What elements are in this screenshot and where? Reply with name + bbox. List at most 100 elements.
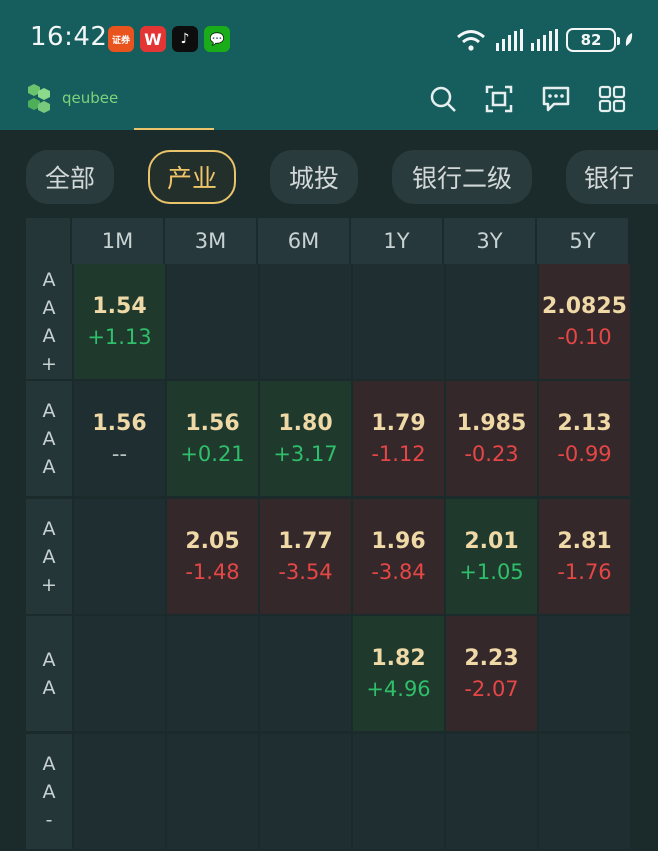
yield-change: -0.10 xyxy=(557,324,612,349)
wechat-icon: 💬 xyxy=(204,26,230,52)
yield-change: -2.07 xyxy=(464,676,519,701)
yield-cell[interactable]: 1.56 -- xyxy=(72,381,165,498)
column-header-3y: 3Y xyxy=(444,218,537,264)
yield-table: 1M 3M 6M 1Y 3Y 5Y A A A +1.54 +1.13 2.0825 -0.10 A A A 1… xyxy=(26,218,632,851)
empty-cell xyxy=(258,734,351,851)
yield-value: 1.82 xyxy=(371,645,426,671)
signal-1-icon xyxy=(496,29,523,51)
tab-urban-investment[interactable]: 城投 xyxy=(270,150,358,204)
row-label-char: + xyxy=(41,573,57,596)
row-label-char: A xyxy=(42,268,56,291)
securities-app-icon: 证券 xyxy=(108,26,134,52)
row-label: AAA xyxy=(26,381,72,498)
column-header-6m: 6M xyxy=(258,218,351,264)
tab-all[interactable]: 全部 xyxy=(26,150,114,204)
app-header: 16:42 证券 W ♪ 💬 82 qeubee xyxy=(0,0,658,130)
row-label-char: A xyxy=(42,752,56,775)
empty-cell xyxy=(72,616,165,733)
scan-icon[interactable] xyxy=(484,84,514,114)
battery-level: 82 xyxy=(580,31,602,49)
yield-cell[interactable]: 2.81 -1.76 xyxy=(537,499,630,616)
yield-cell[interactable]: 2.01 +1.05 xyxy=(444,499,537,616)
tab-industry[interactable]: 产业 xyxy=(148,150,236,204)
row-label-char: A xyxy=(42,296,56,319)
wps-icon: W xyxy=(140,26,166,52)
tab-bank[interactable]: 银行 xyxy=(566,150,658,204)
empty-cell xyxy=(537,734,630,851)
empty-cell xyxy=(351,734,444,851)
status-time: 16:42 xyxy=(30,22,108,52)
empty-cell xyxy=(537,616,630,733)
empty-cell xyxy=(72,734,165,851)
yield-change: -3.54 xyxy=(278,559,333,584)
table-corner xyxy=(26,218,72,264)
row-label-char: A xyxy=(42,455,56,478)
message-icon[interactable] xyxy=(541,84,571,114)
yield-change: -1.12 xyxy=(371,441,426,466)
power-saving-icon xyxy=(625,33,633,46)
yield-value: 1.56 xyxy=(92,410,147,436)
empty-cell xyxy=(351,264,444,381)
yield-value: 2.23 xyxy=(464,645,519,671)
tab-bank-tier2[interactable]: 银行二级 xyxy=(392,150,532,204)
yield-value: 1.79 xyxy=(371,410,426,436)
row-label-char: A xyxy=(42,545,56,568)
row-label: A A A + xyxy=(26,264,72,381)
system-icons: 82 xyxy=(454,26,634,54)
battery-indicator: 82 xyxy=(566,28,620,52)
yield-cell[interactable]: 2.23 -2.07 xyxy=(444,616,537,733)
yield-change: -- xyxy=(111,441,128,466)
yield-cell[interactable]: 1.77 -3.54 xyxy=(258,499,351,616)
row-label: AA xyxy=(26,616,72,733)
yield-value: 2.01 xyxy=(464,528,519,554)
column-header-1y: 1Y xyxy=(351,218,444,264)
status-bar: 16:42 证券 W ♪ 💬 82 xyxy=(0,0,658,80)
wifi-icon xyxy=(457,30,485,51)
yield-value: 2.13 xyxy=(557,410,612,436)
row-label-char: A xyxy=(42,517,56,540)
yield-change: -0.99 xyxy=(557,441,612,466)
apps-grid-icon[interactable] xyxy=(597,84,627,114)
empty-cell xyxy=(165,734,258,851)
row-label-char: A xyxy=(42,324,56,347)
yield-value: 1.54 xyxy=(92,293,147,319)
yield-cell[interactable]: 1.56 +0.21 xyxy=(165,381,258,498)
empty-cell xyxy=(444,264,537,381)
row-label-char: A xyxy=(42,399,56,422)
yield-value: 2.05 xyxy=(185,528,240,554)
row-label-char: A xyxy=(42,648,56,671)
yield-cell[interactable]: 2.13 -0.99 xyxy=(537,381,630,498)
yield-change: -0.23 xyxy=(464,441,519,466)
yield-cell[interactable]: 1.96 -3.84 xyxy=(351,499,444,616)
column-header-5y: 5Y xyxy=(537,218,630,264)
yield-change: +0.21 xyxy=(180,441,245,466)
column-header-3m: 3M xyxy=(165,218,258,264)
yield-change: -1.76 xyxy=(557,559,612,584)
yield-change: +3.17 xyxy=(273,441,338,466)
yield-change: -1.48 xyxy=(185,559,240,584)
empty-cell xyxy=(258,264,351,381)
row-label-char: A xyxy=(42,427,56,450)
yield-change: +1.05 xyxy=(459,559,524,584)
empty-cell xyxy=(165,264,258,381)
yield-cell[interactable]: 2.05 -1.48 xyxy=(165,499,258,616)
empty-cell xyxy=(444,734,537,851)
yield-cell[interactable]: 2.0825 -0.10 xyxy=(537,264,630,381)
yield-change: -3.84 xyxy=(371,559,426,584)
empty-cell xyxy=(72,499,165,616)
yield-cell[interactable]: 1.54 +1.13 xyxy=(72,264,165,381)
yield-cell[interactable]: 1.79 -1.12 xyxy=(351,381,444,498)
yield-value: 2.81 xyxy=(557,528,612,554)
row-label: A A + xyxy=(26,499,72,616)
row-label-char: A xyxy=(42,780,56,803)
yield-value: 1.80 xyxy=(278,410,333,436)
yield-change: +1.13 xyxy=(87,324,152,349)
category-tabs: 全部 产业 城投 银行二级 银行 xyxy=(0,130,658,218)
header-actions xyxy=(0,84,658,116)
yield-cell[interactable]: 1.80 +3.17 xyxy=(258,381,351,498)
yield-cell[interactable]: 1.985 -0.23 xyxy=(444,381,537,498)
row-label-char: - xyxy=(45,808,53,831)
yield-value: 1.56 xyxy=(185,410,240,436)
yield-cell[interactable]: 1.82 +4.96 xyxy=(351,616,444,733)
search-icon[interactable] xyxy=(428,84,458,114)
